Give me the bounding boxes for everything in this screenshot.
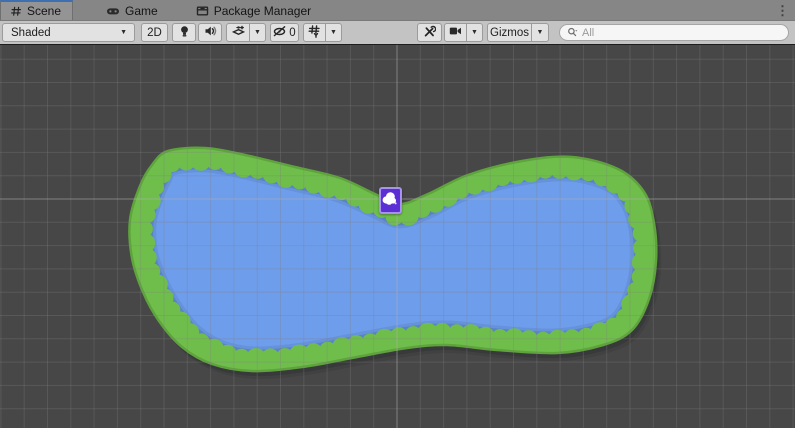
scene-viewport[interactable] (0, 45, 795, 428)
gamepad-icon (106, 5, 120, 17)
scene-effects-button[interactable] (226, 23, 250, 42)
scene-canvas (0, 45, 795, 428)
grid-button-group: ▼ (303, 23, 342, 42)
sprite-cloud-icon (381, 189, 398, 208)
draw-mode-label: Shaded (11, 27, 51, 39)
lightbulb-icon (179, 25, 190, 41)
gizmos-dropdown-arrow[interactable]: ▼ (531, 23, 549, 42)
camera-icon (449, 26, 462, 39)
effects-layers-icon (232, 25, 245, 40)
tab-scene[interactable]: Scene (0, 0, 73, 20)
package-icon (196, 5, 209, 17)
speaker-icon (204, 25, 217, 40)
chevron-down-icon: ▼ (254, 29, 261, 36)
unity-editor-window: Scene Game Package Manager (0, 0, 795, 428)
hidden-object-count: 0 (289, 27, 295, 39)
toggle-2d-label: 2D (147, 27, 162, 39)
grid-dropdown-arrow[interactable]: ▼ (325, 23, 342, 42)
gizmos-button[interactable]: Gizmos (487, 23, 532, 42)
audio-toggle-button[interactable] (198, 23, 222, 42)
chevron-down-icon: ▼ (471, 29, 478, 36)
sprite-gizmo-icon[interactable] (379, 187, 402, 214)
effects-button-group: ▼ (226, 23, 266, 42)
chevron-down-icon: ▼ (330, 29, 337, 36)
tools-wrench-icon (423, 25, 436, 41)
camera-dropdown-arrow[interactable]: ▼ (466, 23, 483, 42)
scene-camera-button[interactable] (444, 23, 467, 42)
scene-lighting-button[interactable] (172, 23, 196, 42)
camera-button-group: ▼ (444, 23, 483, 42)
tab-game[interactable]: Game (97, 0, 169, 20)
grid-visibility-button[interactable] (303, 23, 326, 42)
component-tools-button[interactable] (417, 23, 442, 42)
draw-mode-dropdown[interactable]: Shaded ▼ (2, 23, 135, 42)
grid-axis-icon (308, 25, 321, 41)
effects-dropdown-arrow[interactable]: ▼ (249, 23, 266, 42)
search-icon (567, 27, 578, 38)
tab-scene-label: Scene (27, 4, 61, 18)
tab-bar: Scene Game Package Manager (0, 0, 795, 21)
eye-slash-icon (273, 26, 287, 40)
chevron-down-icon: ▼ (120, 29, 127, 36)
tab-game-label: Game (125, 4, 158, 18)
gizmos-label: Gizmos (490, 27, 529, 39)
toggle-2d-button[interactable]: 2D (141, 23, 168, 42)
gizmos-button-group: Gizmos ▼ (487, 23, 549, 42)
scene-search-field[interactable] (559, 24, 789, 41)
search-input[interactable] (582, 27, 781, 39)
tab-package-manager-label: Package Manager (214, 4, 311, 18)
scene-visibility-button[interactable]: 0 (270, 23, 299, 42)
more-options-icon[interactable]: ⋮ (776, 0, 789, 21)
scene-grid-icon (10, 5, 22, 17)
scene-toolbar: Shaded ▼ 2D (0, 21, 795, 45)
tab-package-manager[interactable]: Package Manager (187, 0, 322, 20)
chevron-down-icon: ▼ (537, 29, 544, 36)
